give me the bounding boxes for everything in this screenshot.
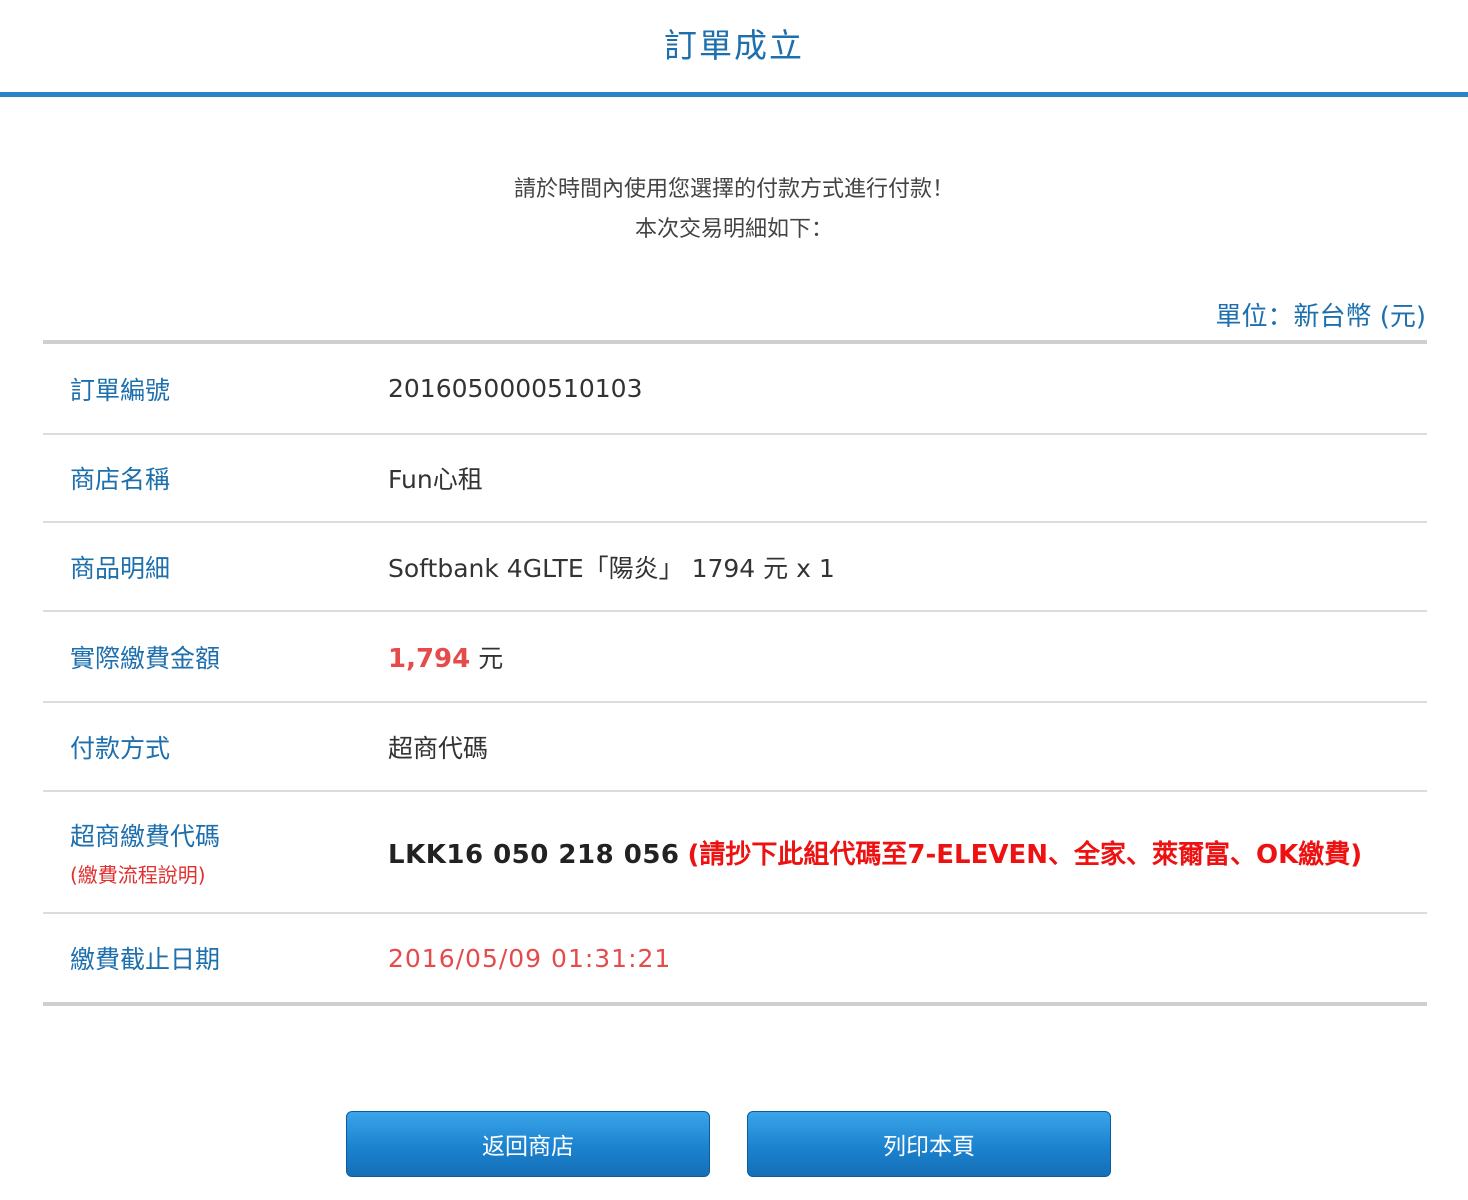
store-name-value: Fun心租 bbox=[388, 465, 483, 494]
store-name-label: 商店名稱 bbox=[70, 465, 171, 494]
row-amount: 實際繳費金額 1,794 元 bbox=[43, 612, 1427, 703]
payment-code-value: LKK16 050 218 056 bbox=[388, 839, 680, 870]
row-payment-method: 付款方式 超商代碼 bbox=[43, 703, 1427, 792]
row-order-number: 訂單編號 2016050000510103 bbox=[43, 344, 1427, 435]
page-title: 訂單成立 bbox=[664, 26, 804, 65]
item-detail-value: Softbank 4GLTE「陽炎」 1794 元 x 1 bbox=[388, 553, 835, 583]
payment-code-label-cell: 超商繳費代碼 (繳費流程說明) bbox=[43, 817, 388, 888]
row-store-name: 商店名稱 Fun心租 bbox=[43, 435, 1427, 523]
amount-cell: 1,794 元 bbox=[388, 639, 1427, 675]
deadline-value: 2016/05/09 01:31:21 bbox=[388, 943, 672, 973]
row-deadline: 繳費截止日期 2016/05/09 01:31:21 bbox=[43, 914, 1427, 1002]
amount-value: 1,794 bbox=[388, 643, 471, 674]
item-detail-label: 商品明細 bbox=[70, 553, 171, 583]
order-number-label: 訂單編號 bbox=[70, 375, 171, 405]
row-item-detail: 商品明細 Softbank 4GLTE「陽炎」 1794 元 x 1 bbox=[43, 523, 1427, 612]
return-to-store-button[interactable]: 返回商店 bbox=[346, 1111, 710, 1177]
row-payment-code: 超商繳費代碼 (繳費流程說明) LKK16 050 218 056 (請抄下此組… bbox=[43, 792, 1427, 914]
payment-process-link[interactable]: (繳費流程說明) bbox=[70, 859, 388, 888]
payment-method-value: 超商代碼 bbox=[388, 733, 489, 763]
intro-line-2: 本次交易明細如下： bbox=[634, 217, 833, 242]
order-number-value: 2016050000510103 bbox=[388, 374, 643, 403]
order-details-table: 訂單編號 2016050000510103 商店名稱 Fun心租 商品明細 So… bbox=[43, 340, 1427, 1006]
page-header: 訂單成立 bbox=[0, 0, 1468, 97]
currency-unit-label: 單位：新台幣 (元) bbox=[1215, 302, 1426, 332]
deadline-label: 繳費截止日期 bbox=[70, 945, 221, 974]
order-confirmation-page: 訂單成立 請於時間內使用您選擇的付款方式進行付款！ 本次交易明細如下： 單位：新… bbox=[0, 0, 1468, 1200]
intro-message: 請於時間內使用您選擇的付款方式進行付款！ 本次交易明細如下： bbox=[0, 170, 1468, 250]
print-page-button[interactable]: 列印本頁 bbox=[747, 1111, 1111, 1177]
amount-unit: 元 bbox=[478, 643, 504, 673]
amount-label: 實際繳費金額 bbox=[70, 643, 221, 673]
payment-method-label: 付款方式 bbox=[70, 733, 171, 763]
payment-code-cell: LKK16 050 218 056 (請抄下此組代碼至7-ELEVEN、全家、萊… bbox=[388, 834, 1427, 871]
intro-line-1: 請於時間內使用您選擇的付款方式進行付款！ bbox=[513, 177, 954, 202]
payment-code-label: 超商繳費代碼 bbox=[70, 821, 221, 851]
payment-code-note: (請抄下此組代碼至7-ELEVEN、全家、萊爾富、OK繳費) bbox=[687, 839, 1363, 870]
